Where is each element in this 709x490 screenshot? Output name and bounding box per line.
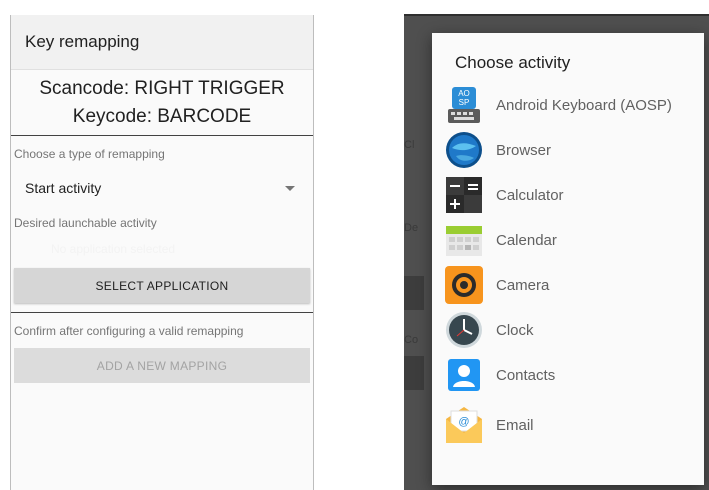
app-label: Camera (496, 276, 550, 294)
app-label: Contacts (496, 366, 556, 384)
app-item-contacts[interactable]: Contacts (444, 353, 555, 397)
keyboard-icon: AO SP (444, 85, 484, 125)
camera-icon (444, 265, 484, 305)
select-application-button[interactable]: SELECT APPLICATION (14, 268, 310, 303)
background-fragment: De (404, 222, 419, 234)
confirm-label: Confirm after configuring a valid remapp… (14, 324, 244, 338)
background-fragment (404, 356, 424, 390)
app-label: Email (496, 416, 534, 434)
choose-activity-dialog: Choose activity AO SP Android Keyboard (… (432, 33, 704, 485)
app-label: Android Keyboard (AOSP) (496, 96, 672, 114)
app-label: Calendar (496, 231, 557, 249)
svg-text:AO: AO (458, 89, 470, 98)
remap-type-value: Start activity (25, 180, 102, 196)
keycode-text: Keycode: BARCODE (72, 106, 252, 127)
app-item-calculator[interactable]: Calculator (444, 173, 564, 217)
scancode-text: Scancode: RIGHT TRIGGER (39, 78, 285, 99)
app-item-browser[interactable]: Browser (444, 128, 551, 172)
calculator-icon (444, 175, 484, 215)
contacts-icon (444, 355, 484, 395)
background-fragment: Co (404, 334, 419, 346)
app-toolbar: Key remapping (11, 15, 313, 70)
activity-placeholder: No application selected (51, 242, 176, 256)
background-fragment (404, 276, 424, 310)
scan-info: Scancode: RIGHT TRIGGER Keycode: BARCODE (11, 70, 313, 131)
svg-text:SP: SP (459, 98, 470, 107)
dropdown-arrow-icon (285, 185, 295, 191)
email-icon: @ (444, 405, 484, 445)
app-item-keyboard[interactable]: AO SP Android Keyboard (AOSP) (444, 83, 672, 127)
app-label: Browser (496, 141, 552, 159)
dialog-title: Choose activity (455, 53, 571, 72)
app-item-calendar[interactable]: Calendar (444, 218, 557, 262)
app-item-email[interactable]: @ Email (444, 403, 534, 447)
app-item-clock[interactable]: Clock (444, 308, 534, 352)
remap-type-label: Choose a type of remapping (14, 147, 165, 161)
app-label: Clock (496, 321, 534, 339)
divider (11, 135, 313, 136)
globe-icon (444, 130, 484, 170)
status-bar (404, 14, 709, 16)
clock-icon (444, 310, 484, 350)
key-remapping-screen: Key remapping Scancode: RIGHT TRIGGER Ke… (10, 15, 314, 490)
divider (11, 312, 313, 313)
calendar-icon (444, 220, 484, 260)
svg-text:@: @ (458, 416, 469, 428)
app-label: Calculator (496, 186, 564, 204)
remap-type-spinner[interactable]: Start activity (11, 175, 313, 201)
background-fragment: Cl (404, 139, 415, 151)
toolbar-title: Key remapping (25, 32, 140, 51)
choose-activity-screen: Cl De Co Choose activity AO SP Android K… (404, 14, 709, 490)
activity-label: Desired launchable activity (14, 216, 157, 230)
add-mapping-button[interactable]: ADD A NEW MAPPING (14, 348, 310, 383)
app-item-camera[interactable]: Camera (444, 263, 549, 307)
